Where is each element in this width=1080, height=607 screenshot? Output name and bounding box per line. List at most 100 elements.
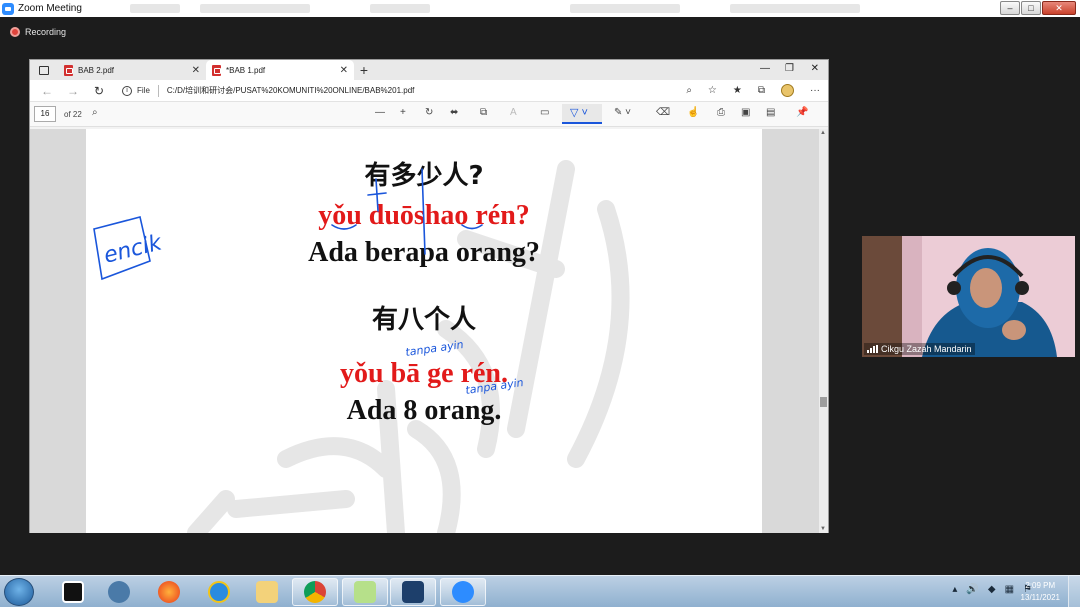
maximize-button[interactable]: □ <box>1021 1 1041 15</box>
save-as-icon[interactable]: ▤ <box>766 107 775 118</box>
scroll-up-icon[interactable]: ▲ <box>820 130 826 136</box>
browser-close-icon[interactable]: ✕ <box>811 63 819 74</box>
handwritten-encik: encik <box>101 230 165 269</box>
page-view-icon[interactable]: ⧉ <box>480 107 487 118</box>
recording-label: Recording <box>25 27 67 37</box>
video-frame <box>862 236 1075 357</box>
site-info-icon[interactable]: i <box>122 85 132 96</box>
browser-minimize-icon[interactable]: — <box>760 63 770 74</box>
zoom-window-title: Zoom Meeting <box>18 3 82 14</box>
signal-bars-icon <box>867 345 878 353</box>
pdf-scrollbar[interactable]: ▲ ▼ <box>819 129 828 533</box>
eraser-icon[interactable]: ⌫ <box>656 107 670 118</box>
scroll-down-icon[interactable]: ▼ <box>820 526 826 532</box>
zoom-logo-icon <box>2 2 14 15</box>
rotate-icon[interactable]: ↻ <box>425 107 433 118</box>
favorites-icon[interactable]: ★ <box>733 85 742 96</box>
address-bar: ← → ↻ i File C:/D/培训和研讨会/PUSAT%20KOMUNIT… <box>30 80 828 102</box>
tab-close-icon[interactable]: ✕ <box>340 65 348 76</box>
participant-name-tag: Cikgu Zazah Mandarin <box>864 343 975 355</box>
pdf-file-icon <box>64 64 73 76</box>
forward-arrow-icon[interactable]: → <box>60 84 86 98</box>
pin-toolbar-icon[interactable]: 📌 <box>796 107 808 118</box>
pdf-file-icon <box>212 64 221 76</box>
taskbar-app-firefox[interactable] <box>146 578 192 606</box>
fit-page-icon[interactable]: ⬌ <box>450 107 458 118</box>
background-tab-ghost <box>370 4 430 13</box>
file-scheme-label: File <box>137 86 150 95</box>
encik-annotation: encik <box>93 216 165 281</box>
ink-annotations: tanpa ayin tanpa ayin <box>331 168 525 397</box>
collections-icon[interactable]: ⧉ <box>758 85 765 96</box>
tray-expand-icon[interactable]: ▴ <box>952 584 957 595</box>
close-button[interactable]: ✕ <box>1042 1 1076 15</box>
minimize-button[interactable]: – <box>1000 1 1020 15</box>
show-desktop-button[interactable] <box>1068 576 1080 607</box>
taskbar-app-network[interactable] <box>96 578 142 606</box>
profile-avatar[interactable] <box>781 84 794 97</box>
print-icon[interactable]: ⎙ <box>717 107 725 118</box>
pdf-viewer: 有多少人? yǒu duōshao rén? Ada berapa orang?… <box>30 129 828 533</box>
clock-time: 2:09 PM <box>1025 581 1056 590</box>
text-box-icon[interactable]: ▭ <box>540 107 549 118</box>
zoom-window-controls: – □ ✕ <box>1000 1 1076 15</box>
volume-icon[interactable]: 🔊 <box>966 584 978 595</box>
tab-actions-icon[interactable] <box>30 60 58 80</box>
taskbar-app-dropbox[interactable] <box>50 578 96 606</box>
new-tab-button[interactable]: + <box>354 60 374 80</box>
more-menu-icon[interactable]: ··· <box>810 85 820 96</box>
highlight-icon[interactable]: ✎ ˅ <box>614 107 631 118</box>
background-tab-ghost <box>130 4 180 13</box>
system-clock[interactable]: 2:09 PM 13/11/2021 <box>1021 580 1060 604</box>
url-field[interactable]: C:/D/培训和研讨会/PUSAT%20KOMUNITI%20ONLINE/BA… <box>167 85 414 96</box>
save-icon[interactable]: ▣ <box>741 107 750 118</box>
handwritten-note: tanpa ayin <box>465 376 525 397</box>
taskbar-app-chrome[interactable] <box>292 578 338 606</box>
tab-bab-1[interactable]: *BAB 1.pdf ✕ <box>206 60 354 80</box>
refresh-icon[interactable]: ↻ <box>86 84 112 98</box>
address-bar-actions: ⌕ ☆ ★ ⧉ ··· <box>686 84 820 97</box>
zoom-lens-icon[interactable]: ⌕ <box>686 85 692 96</box>
zoom-out-icon[interactable]: — <box>375 107 385 118</box>
background-tab-ghost <box>570 4 680 13</box>
tray-app-icon[interactable]: ◆ <box>988 584 996 595</box>
scrollbar-thumb[interactable] <box>820 397 827 407</box>
tab-label: *BAB 1.pdf <box>226 65 266 75</box>
browser-restore-icon[interactable]: ❐ <box>785 63 794 74</box>
search-icon[interactable]: ⌕ <box>92 107 98 118</box>
taskbar-app-remote[interactable] <box>390 578 436 606</box>
tab-bab-2[interactable]: BAB 2.pdf ✕ <box>58 60 206 80</box>
tab-strip: BAB 2.pdf ✕ *BAB 1.pdf ✕ + — ❐ ✕ <box>30 60 828 80</box>
handwritten-note: tanpa ayin <box>405 338 465 359</box>
tab-label: BAB 2.pdf <box>78 65 115 75</box>
tab-close-icon[interactable]: ✕ <box>192 65 200 76</box>
pdf-page: 有多少人? yǒu duōshao rén? Ada berapa orang?… <box>86 129 762 533</box>
taskbar-app-sticky-notes[interactable] <box>342 578 388 606</box>
taskbar-app-explorer[interactable] <box>244 578 290 606</box>
network-icon[interactable]: ▦ <box>1005 584 1014 595</box>
page-number-input[interactable]: 16 <box>34 106 56 122</box>
background-tab-ghost <box>200 4 310 13</box>
divider <box>157 84 159 97</box>
recording-icon <box>10 27 20 37</box>
clock-date: 13/11/2021 <box>1020 593 1060 602</box>
read-aloud-icon[interactable]: ☆ <box>708 85 717 96</box>
zoom-in-icon[interactable]: + <box>400 107 406 118</box>
touch-icon[interactable]: ☝ <box>687 107 699 118</box>
shared-browser-window: BAB 2.pdf ✕ *BAB 1.pdf ✕ + — ❐ ✕ ← → ↻ i… <box>29 59 829 533</box>
windows-taskbar: ▴ 🔊 ◆ ▦ ⚑ 2:09 PM 13/11/2021 <box>0 575 1080 607</box>
screen: Zoom Meeting – □ ✕ Recording BAB 2.pdf ✕… <box>0 0 1080 607</box>
background-tab-ghost <box>730 4 860 13</box>
back-arrow-icon[interactable]: ← <box>34 84 60 98</box>
taskbar-app-zoom[interactable] <box>440 578 486 606</box>
pdf-toolbar: 16 of 22 ⌕ — + ↻ ⬌ ⧉ A ▭ ▽ ˅ ✎ ˅ ⌫ ☝ ⎙ ▣… <box>30 102 828 127</box>
page-count-label: of 22 <box>64 109 82 119</box>
taskbar-app-internet-explorer[interactable] <box>196 578 242 606</box>
read-aloud-icon[interactable]: A <box>510 107 517 118</box>
recording-indicator[interactable]: Recording <box>10 27 66 37</box>
participant-name: Cikgu Zazah Mandarin <box>881 344 972 354</box>
start-button[interactable] <box>4 578 34 606</box>
draw-tool-button[interactable]: ▽ ˅ <box>562 104 602 124</box>
participant-video[interactable]: Cikgu Zazah Mandarin <box>862 236 1075 357</box>
zoom-titlebar: Zoom Meeting – □ ✕ <box>0 0 1080 17</box>
